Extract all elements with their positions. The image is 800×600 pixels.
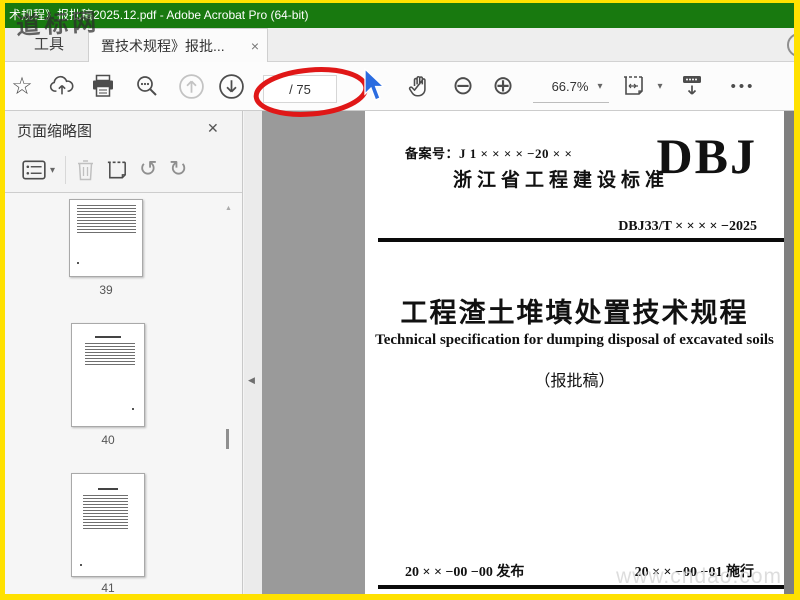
- collapse-arrow-icon: ◀: [248, 375, 255, 385]
- mouse-cursor-icon: [364, 68, 386, 101]
- arrow-down-circle-icon: [218, 73, 244, 99]
- crop-page-icon: [107, 161, 128, 179]
- more-tools-button[interactable]: •••: [723, 62, 763, 110]
- draft-label: （报批稿）: [534, 373, 615, 390]
- main-toolbar: ☆ / 75 ⊖ ⊕ 66.7% ▾ ▾ •••: [5, 62, 794, 111]
- delete-pages-button[interactable]: [75, 148, 96, 192]
- hand-icon: [408, 75, 426, 97]
- next-page-button[interactable]: [216, 62, 246, 110]
- tab-document[interactable]: 置技术规程》报批... ×: [88, 28, 268, 62]
- clipped-circle-icon: [787, 33, 794, 57]
- zoom-in-button[interactable]: ⊕: [488, 62, 518, 110]
- dbj-logo: DBJ: [656, 128, 757, 184]
- thumbnail-text-preview: [85, 343, 135, 367]
- toolbar-separator: [65, 156, 66, 184]
- fit-width-icon: [624, 76, 644, 95]
- panel-title: 页面缩略图: [17, 123, 93, 140]
- window-titlebar: 术规程》报批稿2025.12.pdf - Adobe Acrobat Pro (…: [5, 3, 794, 28]
- panel-collapse-handle[interactable]: ◀: [244, 111, 262, 594]
- rotate-ccw-button[interactable]: ↺: [139, 148, 157, 192]
- acrobat-window: 术规程》报批稿2025.12.pdf - Adobe Acrobat Pro (…: [5, 3, 794, 594]
- page-thumbnail-39[interactable]: [69, 199, 143, 277]
- page-display-button[interactable]: [677, 62, 707, 110]
- print-button[interactable]: [89, 62, 117, 110]
- document-viewport: 备案号：J 1 × × × × −20 × × 浙江省工程建设标准 DBJ DB…: [262, 111, 794, 594]
- panel-close-icon[interactable]: ✕: [207, 120, 219, 137]
- pdf-page: 备案号：J 1 × × × × −20 × × 浙江省工程建设标准 DBJ DB…: [365, 111, 784, 594]
- tab-document-label: 置技术规程》报批...: [101, 37, 225, 54]
- fit-width-button[interactable]: [619, 62, 649, 110]
- panel-toolbar: ▾ ↺ ↻: [5, 148, 242, 193]
- site-watermark-top: 道标网: [15, 9, 101, 41]
- options-list-icon: [22, 160, 46, 180]
- thumbnail-mark: [80, 564, 82, 566]
- site-watermark: www.cndao.com: [616, 565, 782, 588]
- thumbnail-page-number: 39: [99, 283, 113, 297]
- header-rule: [378, 238, 784, 242]
- thumbnail-heading-preview: [95, 336, 121, 338]
- search-button[interactable]: [133, 62, 161, 110]
- thumbnail-scrollbar[interactable]: ▲: [221, 193, 237, 594]
- document-title-cn: 工程渣土堆填处置技术规程: [400, 298, 749, 328]
- document-title-en: Technical specification for dumping disp…: [375, 332, 774, 348]
- thumbnail-options-button[interactable]: ▾: [21, 148, 55, 192]
- scrollbar-thumb[interactable]: [226, 429, 229, 449]
- scroll-up-icon[interactable]: ▲: [225, 205, 232, 212]
- content-area: 页面缩略图 ✕ ▾ ↺ ↻ 39 40 41 ▲ ◀ 备案号：J 1 × × ×…: [5, 111, 794, 594]
- record-number: 备案号：J 1 × × × × −20 × ×: [405, 146, 573, 161]
- arrow-up-circle-icon: [178, 73, 204, 99]
- rotate-cw-button[interactable]: ↻: [169, 148, 187, 192]
- trash-icon: [78, 160, 93, 181]
- thumbnail-text-preview: [83, 495, 128, 529]
- document-scrollbar[interactable]: [784, 111, 794, 594]
- thumbnail-page-number: 40: [101, 433, 115, 447]
- search-icon: [137, 76, 157, 96]
- previous-page-button[interactable]: [176, 62, 206, 110]
- zoom-underline: [533, 102, 609, 103]
- tab-close-icon[interactable]: ×: [245, 38, 259, 54]
- printer-icon: [93, 74, 113, 97]
- thumbnail-text-preview: [77, 205, 136, 233]
- cloud-upload-icon: [49, 75, 74, 95]
- publish-date: 20 × × −00 −00 发布: [405, 565, 525, 580]
- share-upload-icon[interactable]: [47, 62, 77, 110]
- standard-category: 浙江省工程建设标准: [453, 170, 670, 191]
- panel-header: 页面缩略图 ✕: [5, 111, 242, 148]
- continuous-scroll-icon: [683, 76, 701, 95]
- tab-bar: 工具 置技术规程》报批... ×: [5, 28, 794, 62]
- thumbnail-page-number: 41: [101, 581, 115, 594]
- zoom-out-button[interactable]: ⊖: [448, 62, 478, 110]
- thumbnail-heading-preview: [98, 488, 118, 490]
- favorites-star-icon[interactable]: ☆: [9, 62, 35, 110]
- standard-number: DBJ33/T × × × × −2025: [618, 219, 757, 234]
- page-thumbnail-41[interactable]: [71, 473, 145, 577]
- page-thumbnails-panel: 页面缩略图 ✕ ▾ ↺ ↻ 39 40 41 ▲: [5, 111, 243, 594]
- red-ellipse-annotation: [253, 67, 369, 117]
- hand-tool-button[interactable]: [404, 62, 434, 110]
- fit-width-caret-icon[interactable]: ▾: [653, 62, 667, 110]
- page-thumbnail-40[interactable]: [71, 323, 145, 427]
- thumbnail-mark: [132, 408, 134, 410]
- options-caret-icon: ▾: [50, 164, 56, 176]
- thumbnail-mark: [77, 262, 79, 264]
- thumbnail-list: 39 40 41 ▲: [5, 193, 242, 594]
- resize-pages-button[interactable]: [105, 148, 130, 192]
